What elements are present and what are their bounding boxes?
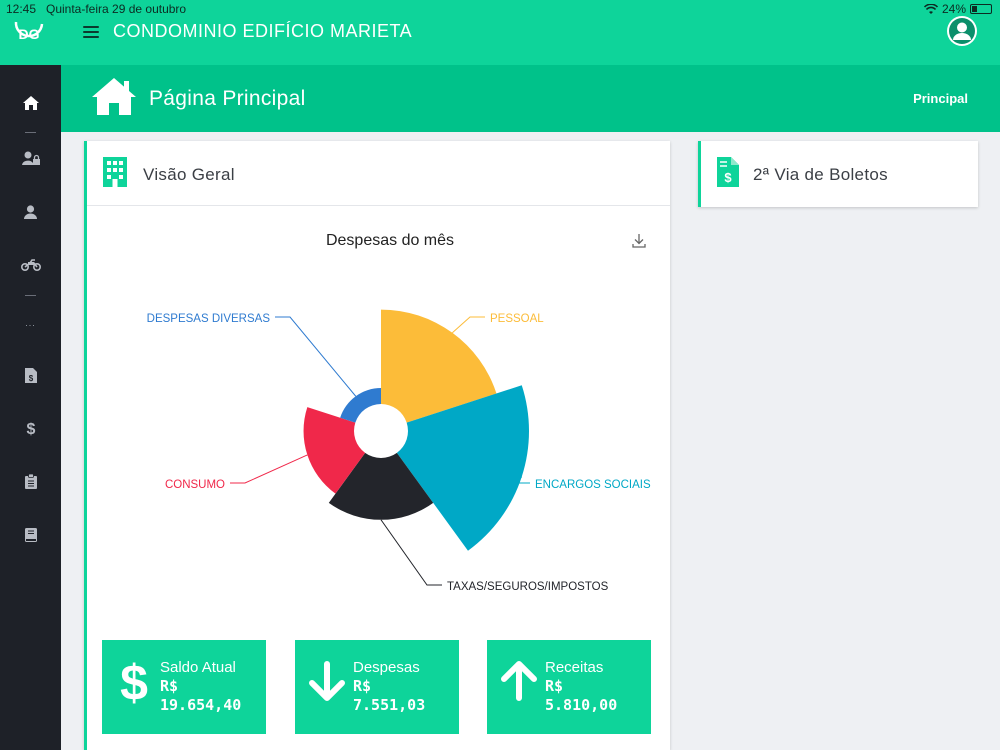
battery-icon xyxy=(970,4,992,14)
dollar-icon: $ xyxy=(26,421,35,436)
stat-value: 7.551,03 xyxy=(353,696,426,714)
sidebar-item-book[interactable] xyxy=(0,517,61,553)
home-icon xyxy=(92,78,136,115)
menu-bar xyxy=(83,31,99,33)
app-title: CONDOMINIO EDIFÍCIO MARIETA xyxy=(113,21,413,41)
overview-card: Visão Geral Despesas do mês PESSOAL ENCAR… xyxy=(84,141,670,750)
stat-value: 19.654,40 xyxy=(160,696,242,714)
stat-currency: R$ xyxy=(545,677,564,695)
chart-label: PESSOAL xyxy=(490,313,544,325)
status-date: Quinta-feira 29 de outubro xyxy=(46,2,187,16)
stat-label: Despesas xyxy=(353,659,420,676)
arrow-down-icon xyxy=(309,661,345,701)
dollar-icon: $ xyxy=(120,656,148,706)
stat-currency: R$ xyxy=(353,677,372,695)
menu-bar xyxy=(83,26,99,28)
wifi-icon xyxy=(923,3,938,14)
sidebar-item-boletos[interactable]: $ xyxy=(0,357,61,393)
chart-label: ENCARGOS SOCIAIS xyxy=(535,479,651,491)
stat-currency: R$ xyxy=(160,677,179,695)
boleto-card-title: 2ª Via de Boletos xyxy=(753,165,888,184)
logo: DG xyxy=(14,21,44,42)
stat-card-balance: $ Saldo Atual R$ 19.654,40 xyxy=(102,640,266,734)
chart-leader-line xyxy=(380,519,442,586)
page-title: Página Principal xyxy=(149,87,306,110)
sidebar-dots: ... xyxy=(25,318,36,328)
user-avatar-icon[interactable] xyxy=(946,15,978,47)
stat-label: Receitas xyxy=(545,659,604,676)
sidebar-item-finance[interactable]: $ xyxy=(0,410,61,446)
status-bar: 12:45 Quinta-feira 29 de outubro 24% xyxy=(0,0,1000,18)
chart-label: DESPESAS DIVERSAS xyxy=(147,313,271,325)
svg-text:$: $ xyxy=(120,656,148,706)
top-bar: DG CONDOMINIO EDIFÍCIO MARIETA xyxy=(0,15,1000,65)
file-invoice-dollar-icon: $ xyxy=(717,157,739,187)
clipboard-list-icon xyxy=(24,473,37,489)
sidebar: ... $ $ xyxy=(0,65,61,750)
chart-leader-line xyxy=(230,454,308,484)
sidebar-item-user[interactable] xyxy=(0,194,61,230)
breadcrumb[interactable]: Principal xyxy=(913,91,968,106)
stat-label: Saldo Atual xyxy=(160,659,236,676)
svg-text:$: $ xyxy=(28,374,33,383)
status-time: 12:45 xyxy=(6,2,37,16)
home-icon xyxy=(22,96,39,110)
svg-text:$: $ xyxy=(724,170,732,185)
sidebar-divider xyxy=(25,295,36,296)
chart-leader-line xyxy=(275,316,357,397)
sidebar-divider xyxy=(25,132,36,133)
book-icon xyxy=(24,528,37,542)
menu-bar xyxy=(83,36,99,38)
stat-value: 5.810,00 xyxy=(545,696,618,714)
motorcycle-icon xyxy=(20,259,41,271)
building-icon xyxy=(103,157,127,187)
expenses-chart: Despesas do mês PESSOAL ENCARGOS SOCIAIS T… xyxy=(147,232,651,593)
chart-slice-despesas-diversas[interactable] xyxy=(340,388,381,423)
chart-title: Despesas do mês xyxy=(326,232,454,249)
status-right: 24% xyxy=(923,2,992,16)
boleto-card[interactable]: $ 2ª Via de Boletos xyxy=(698,141,978,207)
stat-card-expenses: Despesas R$ 7.551,03 xyxy=(295,640,459,734)
chart-label: TAXAS/SEGUROS/IMPOSTOS xyxy=(447,581,609,593)
menu-toggle-button[interactable] xyxy=(83,26,99,40)
sidebar-item-motorcycle[interactable] xyxy=(0,247,61,283)
user-lock-icon xyxy=(21,151,40,165)
svg-text:$: $ xyxy=(26,421,35,436)
battery-percent: 24% xyxy=(941,2,966,16)
stat-card-income: Receitas R$ 5.810,00 xyxy=(487,640,651,734)
arrow-up-icon xyxy=(501,661,537,701)
user-icon xyxy=(24,205,37,219)
page-header: Página Principal Principal xyxy=(61,65,1000,132)
download-icon[interactable] xyxy=(632,234,646,248)
chart-leader-line xyxy=(452,316,485,334)
sidebar-item-user-lock[interactable] xyxy=(0,140,61,176)
chart-label: CONSUMO xyxy=(165,479,225,491)
sidebar-item-home[interactable] xyxy=(0,85,61,121)
boleto-card-header: $ 2ª Via de Boletos xyxy=(701,141,978,206)
overview-card-header: Visão Geral xyxy=(87,141,670,206)
sidebar-item-clipboard[interactable] xyxy=(0,463,61,499)
file-invoice-dollar-icon: $ xyxy=(24,367,37,383)
logo-text: DG xyxy=(19,26,40,42)
overview-card-title: Visão Geral xyxy=(143,165,235,184)
